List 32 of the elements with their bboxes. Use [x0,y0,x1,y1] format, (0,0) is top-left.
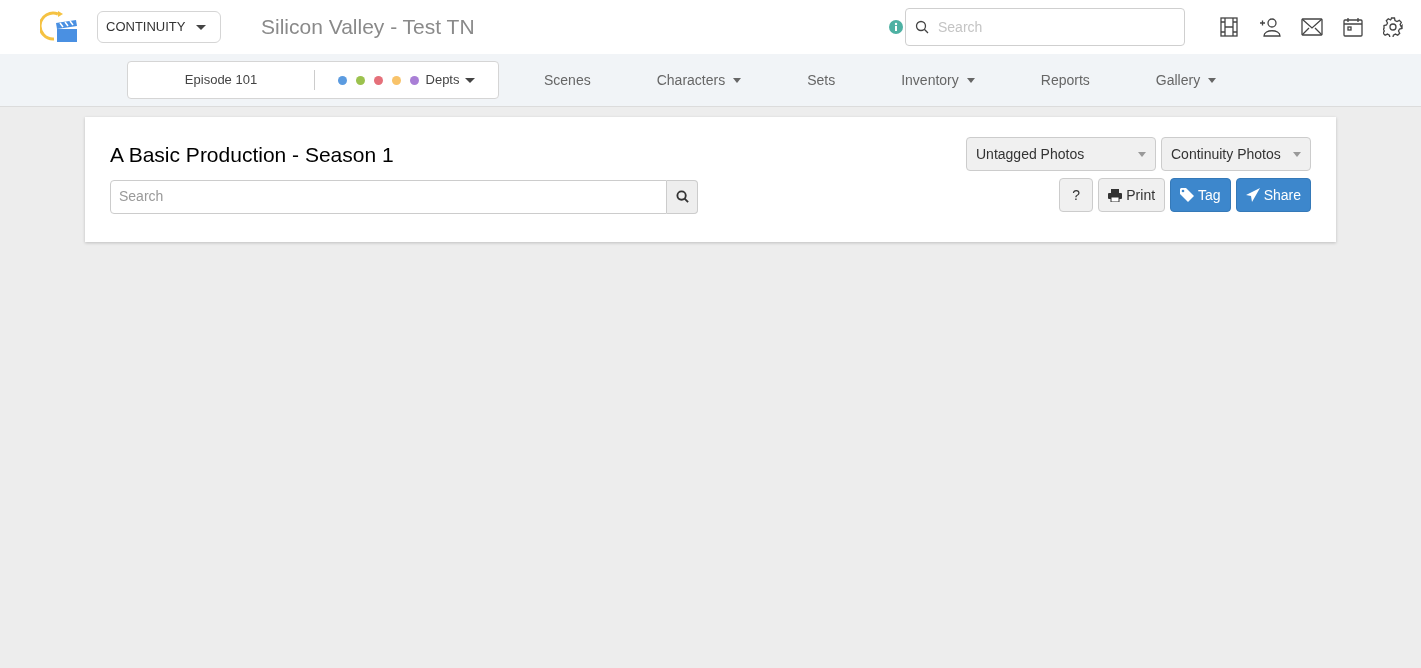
module-dropdown[interactable]: CONTINUITY [97,11,221,43]
photo-search-field[interactable]: Search [110,179,667,214]
nav-tab[interactable]: Gallery [1122,69,1250,91]
clapperboard-logo-icon[interactable] [40,10,78,44]
film-strip-icon[interactable] [1219,17,1239,37]
calendar-icon[interactable] [1343,17,1363,37]
settings-icon[interactable] [1383,17,1403,37]
project-title: Silicon Valley - Test TN [261,14,475,41]
episode-dropdown[interactable]: Episode 101 [128,70,314,90]
info-icon[interactable] [889,20,903,34]
search-icon [675,190,689,203]
share-button[interactable]: Share [1235,178,1311,212]
tag-button[interactable]: Tag [1170,178,1231,212]
photo-filter-dropdown[interactable]: Untagged Photos [966,137,1156,171]
tag-icon [1180,188,1195,202]
add-person-icon[interactable] [1259,17,1281,37]
search-button[interactable] [667,179,698,214]
photo-filter-dropdown[interactable]: Continuity Photos [1161,137,1311,171]
mail-icon[interactable] [1301,18,1323,36]
print-button[interactable]: Print [1098,178,1166,212]
nav-tab[interactable]: Characters [623,69,775,91]
printer-icon [1108,188,1123,202]
nav-tab[interactable]: Sets [774,69,869,91]
departments-dropdown[interactable]: Depts [315,70,498,90]
global-search-field[interactable]: Search [905,8,1185,46]
search-icon [915,20,929,34]
send-icon [1245,188,1260,202]
nav-tab[interactable]: Scenes [511,69,624,91]
help-button[interactable]: ? [1059,178,1094,212]
nav-tab[interactable]: Reports [1007,69,1123,91]
nav-tab[interactable]: Inventory [868,69,1008,91]
production-title: A Basic Production - Season 1 [110,142,395,168]
